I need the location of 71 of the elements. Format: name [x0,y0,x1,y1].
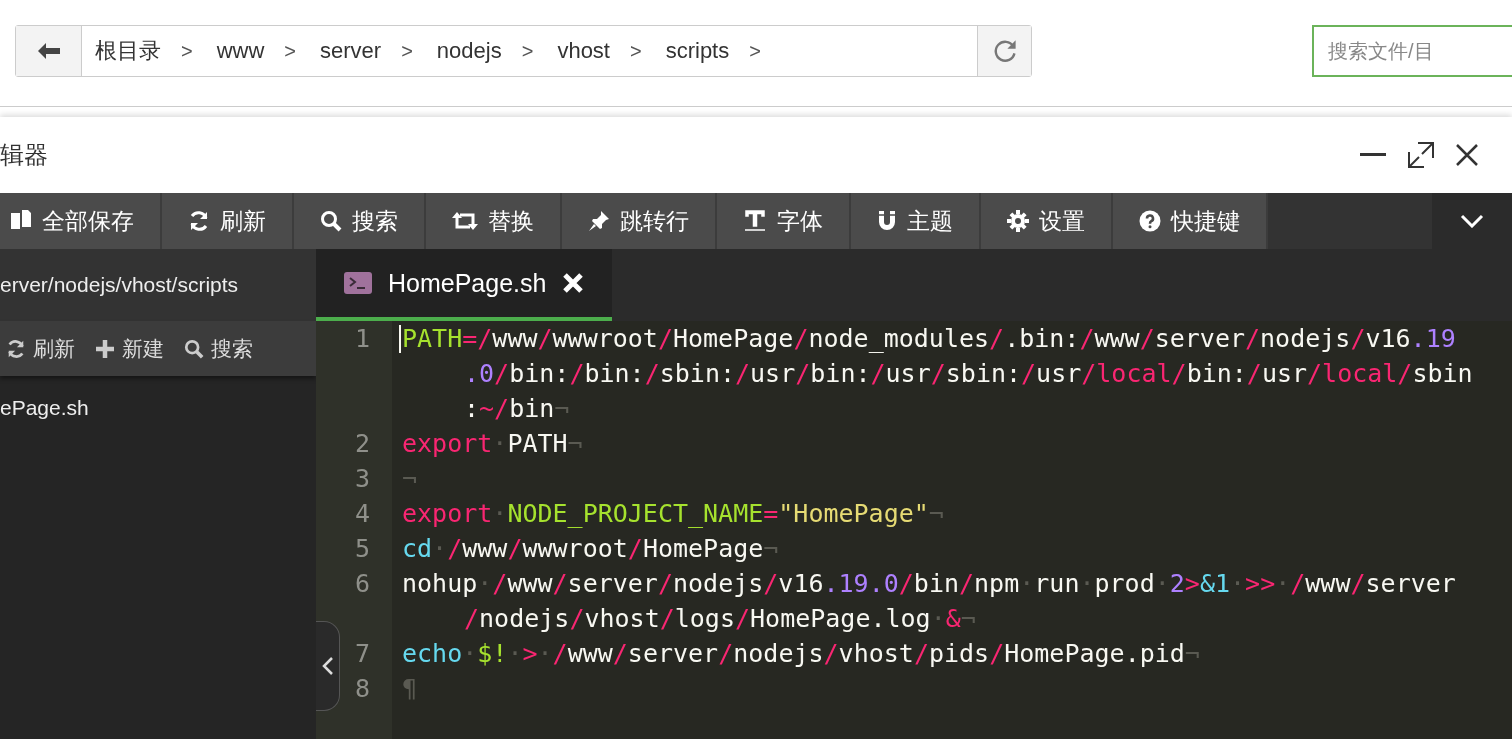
toolbar-button[interactable]: 设置 [981,193,1113,249]
directory-path: erver/nodejs/vhost/scripts [0,249,316,321]
toolbar-button[interactable]: 刷新 [162,193,294,249]
expand-button[interactable] [1432,193,1512,249]
line-number: 4 [354,498,370,530]
code-line: :~/bin¬ [463,393,571,425]
text-size-icon [743,209,767,233]
search-icon [320,210,342,232]
chevron-left-icon [321,656,334,676]
refresh-icon [6,338,26,359]
toolbar-button[interactable]: 字体 [717,193,851,249]
breadcrumb-item[interactable]: vhost [557,38,610,64]
line-number: 2 [354,428,370,460]
search-field[interactable]: 搜索文件/目 [1312,25,1512,77]
sidebar-action-button[interactable]: 新建 [89,334,178,363]
code-line: ¬ [402,463,419,495]
code-line: ¶ [402,673,419,705]
code-line: nohup·/www/server/nodejs/v16.19.0/bin/npm·run·prod·2>&1·>>·/www/server [402,568,1457,600]
help-icon [1139,210,1161,232]
collapse-sidebar-button[interactable] [316,621,340,711]
toolbar-button[interactable]: 搜索 [294,193,426,249]
terminal-icon [344,272,372,294]
gear-icon [1007,210,1029,232]
breadcrumb-item[interactable]: www [216,38,265,64]
code-line: cd·/www/wwwroot/HomePage¬ [402,533,780,565]
code-line: export·PATH¬ [402,428,584,460]
toolbar-button[interactable]: 替换 [426,193,562,249]
editor-tab[interactable]: HomePage.sh [316,249,613,321]
breadcrumb-item[interactable]: nodejs [436,38,502,64]
maximize-icon[interactable] [1408,142,1434,168]
code-line: /nodejs/vhost/logs/HomePage.log·&¬ [463,603,977,635]
toolbar-button[interactable]: 跳转行 [562,193,717,249]
chevron-down-icon [1460,214,1484,228]
code-line: echo·$!·>·/www/server/nodejs/vhost/pids/HomePage.pid¬ [402,638,1201,670]
breadcrumb-item[interactable]: scripts [665,38,730,64]
toolbar-button[interactable]: 快捷键 [1113,193,1268,249]
line-number: 6 [354,568,370,600]
line-number: 7 [354,638,370,670]
close-icon[interactable] [1456,144,1478,166]
toolbar-button[interactable]: 主题 [851,193,981,249]
replace-icon [452,211,478,231]
breadcrumb-separator: > [630,39,642,63]
sidebar-action-button[interactable]: 搜索 [178,334,267,363]
breadcrumb-separator: > [284,39,297,63]
back-button[interactable] [16,26,82,76]
breadcrumb-separator: > [749,39,761,63]
line-number: 5 [354,533,370,565]
line-number: 1 [354,323,370,355]
back-arrow-icon [37,43,60,59]
plus-icon [95,338,115,359]
code-line: .0/bin:/bin:/sbin:/usr/bin:/usr/sbin:/usr/local/bin:/usr/local/sbin [463,358,1474,390]
breadcrumb-item[interactable]: server [320,38,382,64]
search-icon [184,338,204,359]
pin-icon [588,210,610,232]
refresh-button[interactable] [977,26,1031,76]
window-title: 辑器 [0,140,48,170]
breadcrumb-separator: > [181,39,193,63]
breadcrumb-item[interactable]: 根目录 [95,36,161,66]
breadcrumb-separator: > [401,39,413,63]
breadcrumb-separator: > [521,39,534,63]
text-cursor [399,325,401,353]
line-number: 3 [354,463,370,495]
line-number: 8 [354,673,370,705]
toolbar-button[interactable]: 全部保存 [0,193,162,249]
sidebar-action-button[interactable]: 刷新 [0,334,89,363]
code-line: export·NODE_PROJECT_NAME="HomePage"¬ [402,498,945,530]
file-item[interactable]: ePage.sh [0,376,316,440]
minimize-icon[interactable] [1360,153,1386,157]
refresh-icon [188,210,210,232]
magnet-icon [877,210,897,232]
code-line: PATH=/www/wwwroot/HomePage/node_modules/.bin:/www/server/nodejs/v16.19 [402,323,1457,355]
